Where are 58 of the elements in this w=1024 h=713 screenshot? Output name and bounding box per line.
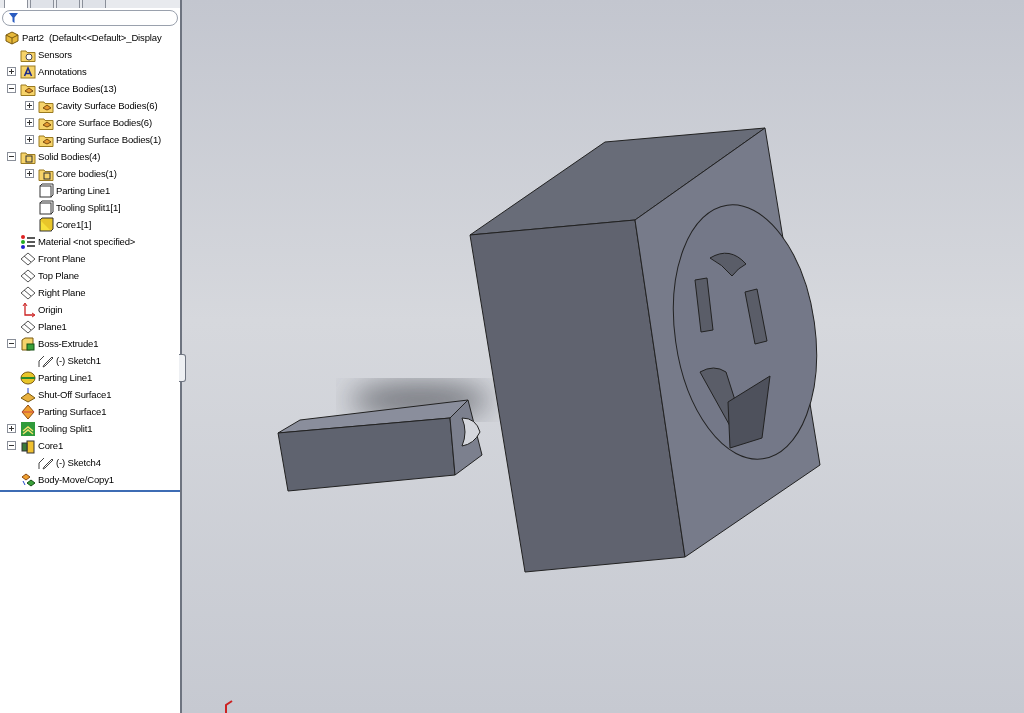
collapse-icon[interactable]	[7, 441, 16, 450]
expand-icon[interactable]	[25, 101, 34, 110]
tooling-split-icon	[20, 420, 36, 437]
plane-icon	[20, 267, 36, 284]
plane-icon	[20, 318, 36, 335]
tree-item[interactable]: Boss-Extrude1	[38, 338, 99, 349]
plane-icon	[20, 250, 36, 267]
material-icon	[20, 233, 36, 250]
tree-item[interactable]: Core1[1]	[56, 219, 92, 230]
collapse-icon[interactable]	[7, 84, 16, 93]
tree-item[interactable]: Surface Bodies(13)	[38, 83, 117, 94]
expand-icon[interactable]	[25, 169, 34, 178]
core-body-icon	[38, 216, 54, 233]
tree-item[interactable]: Tooling Split1	[38, 423, 93, 434]
tree-item[interactable]: Right Plane	[38, 287, 86, 298]
tree-item[interactable]: Parting Surface Bodies(1)	[56, 134, 162, 145]
tree-item[interactable]: Annotations	[38, 66, 87, 77]
shutoff-surface-icon	[20, 386, 36, 403]
splitter-handle[interactable]	[179, 354, 186, 382]
tree-item[interactable]: Origin	[38, 304, 63, 315]
collapse-icon[interactable]	[7, 152, 16, 161]
plane-icon	[20, 284, 36, 301]
collapse-icon[interactable]	[7, 339, 16, 348]
tree-item[interactable]: (-) Sketch4	[56, 457, 101, 468]
tree-item[interactable]: Body-Move/Copy1	[38, 474, 114, 485]
axis-triad-icon	[225, 700, 233, 713]
tree-item[interactable]: Sensors	[38, 49, 72, 60]
tree-item[interactable]: Parting Line1	[38, 372, 93, 383]
tree-item[interactable]: Plane1	[38, 321, 67, 332]
move-copy-icon	[20, 471, 36, 488]
tree-item[interactable]: Core bodies(1)	[56, 168, 117, 179]
body-icon	[38, 199, 54, 216]
parting-surface-icon	[20, 403, 36, 420]
tree-item[interactable]: Core Surface Bodies(6)	[56, 117, 152, 128]
tree-item[interactable]: Front Plane	[38, 253, 86, 264]
expand-icon[interactable]	[25, 118, 34, 127]
expand-icon[interactable]	[7, 424, 16, 433]
tree-item[interactable]: Top Plane	[38, 270, 79, 281]
core-icon	[20, 437, 36, 454]
extrude-icon	[20, 335, 36, 352]
tree-item[interactable]: Parting Surface1	[38, 406, 107, 417]
tree-item[interactable]: (-) Sketch1	[56, 355, 101, 366]
body-icon	[38, 182, 54, 199]
tree-item[interactable]: Parting Line1	[56, 185, 111, 196]
tree-item[interactable]: Part2 (Default<<Default>_Display	[22, 32, 162, 43]
filter-icon	[9, 13, 18, 23]
tree-item[interactable]: Tooling Split1[1]	[56, 202, 121, 213]
tree-item[interactable]: Material <not specified>	[38, 236, 136, 247]
expand-icon[interactable]	[7, 67, 16, 76]
tree-item[interactable]: Core1	[38, 440, 64, 451]
tree-item[interactable]: Solid Bodies(4)	[38, 151, 101, 162]
expand-icon[interactable]	[25, 135, 34, 144]
origin-icon	[20, 301, 36, 318]
filter-field[interactable]	[2, 10, 178, 26]
annotation-icon	[20, 63, 36, 80]
tree-item[interactable]: Shut-Off Surface1	[38, 389, 112, 400]
tree-item[interactable]: Cavity Surface Bodies(6)	[56, 100, 158, 111]
part-icon	[4, 29, 20, 46]
